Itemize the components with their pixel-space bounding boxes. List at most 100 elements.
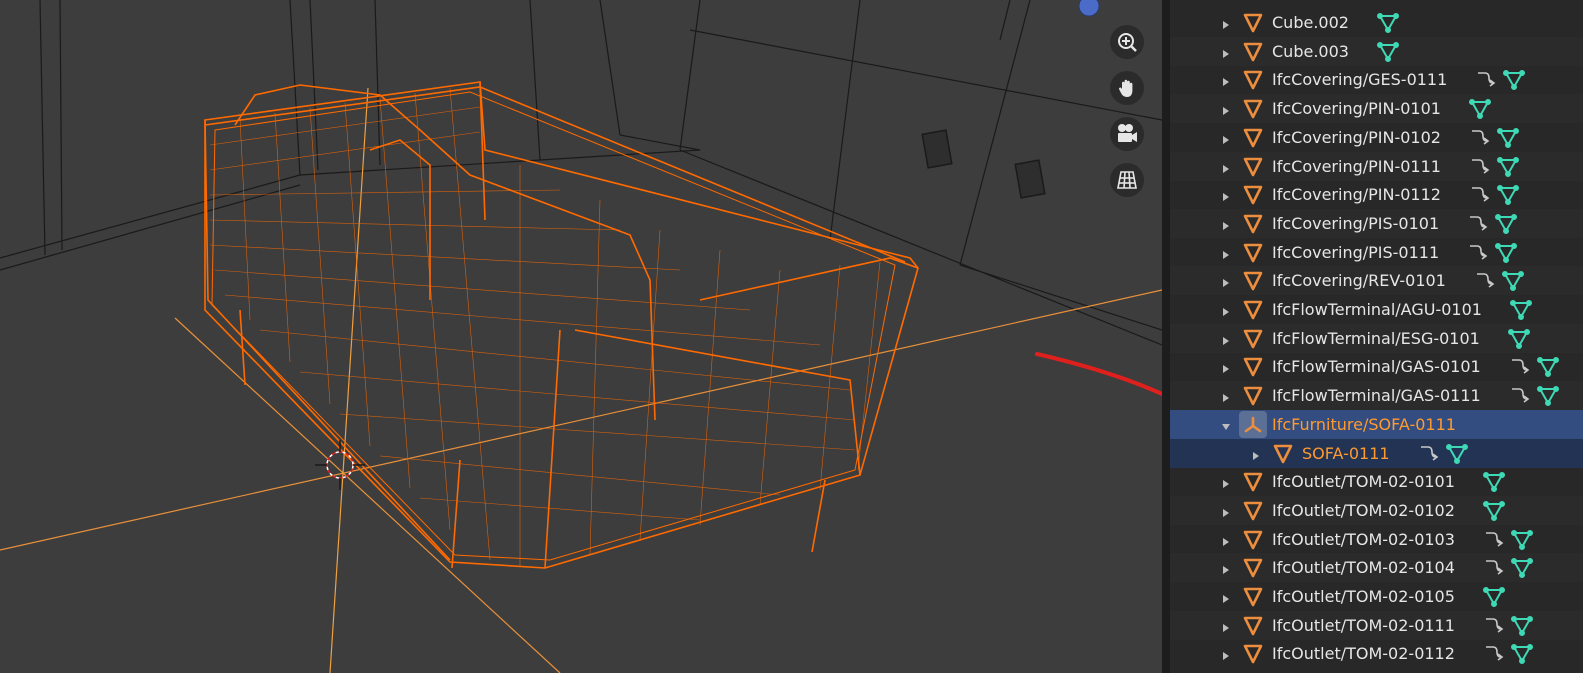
outliner-row[interactable]: IfcOutlet/TOM-02-0103 (1170, 525, 1583, 554)
mesh-data-icon[interactable] (1482, 586, 1505, 608)
collapsed-arrow-icon[interactable] (1220, 131, 1232, 144)
mesh-data-icon[interactable] (1482, 500, 1505, 522)
mesh-data-icon[interactable] (1507, 328, 1530, 350)
collapsed-arrow-icon[interactable] (1220, 561, 1232, 575)
outliner-item-label[interactable]: IfcCovering/PIN-0111 (1272, 157, 1441, 177)
mesh-object-icon[interactable] (1243, 357, 1263, 377)
mesh-data-icon[interactable] (1495, 213, 1518, 235)
mesh-object-icon[interactable] (1243, 271, 1263, 291)
mesh-object-icon[interactable] (1243, 300, 1263, 320)
outliner-item-label[interactable]: IfcFlowTerminal/AGU-0101 (1272, 300, 1482, 320)
modifier-icon[interactable] (1509, 357, 1531, 377)
modifier-icon[interactable] (1469, 185, 1491, 205)
mesh-data-icon[interactable] (1536, 356, 1559, 378)
outliner-item-label[interactable]: IfcCovering/PIS-0111 (1272, 243, 1439, 263)
outliner-item-label[interactable]: IfcOutlet/TOM-02-0112 (1272, 644, 1455, 664)
outliner-row[interactable]: IfcFurniture/SOFA-0111 (1170, 409, 1583, 439)
mesh-object-icon[interactable] (1243, 472, 1263, 492)
camera-icon[interactable] (1110, 117, 1144, 151)
outliner-item-label[interactable]: IfcCovering/GES-0111 (1272, 70, 1447, 90)
mesh-data-icon[interactable] (1503, 69, 1526, 91)
collapsed-arrow-icon[interactable] (1220, 360, 1232, 374)
collapsed-arrow-icon[interactable] (1220, 45, 1232, 58)
modifier-icon[interactable] (1418, 444, 1440, 464)
outliner-row[interactable]: IfcOutlet/TOM-02-0104 (1170, 553, 1583, 583)
area-divider[interactable] (1162, 0, 1170, 673)
mesh-data-icon[interactable] (1536, 385, 1559, 407)
mesh-data-icon[interactable] (1510, 615, 1533, 637)
outliner-row[interactable]: IfcCovering/PIN-0111 (1170, 151, 1583, 181)
modifier-icon[interactable] (1483, 644, 1505, 664)
outliner-item-label[interactable]: IfcCovering/PIS-0101 (1272, 214, 1439, 234)
mesh-object-icon[interactable] (1243, 42, 1263, 62)
mesh-data-icon[interactable] (1501, 270, 1524, 292)
mesh-object-icon[interactable] (1243, 13, 1263, 33)
mesh-object-icon[interactable] (1243, 616, 1263, 636)
collapsed-arrow-icon[interactable] (1220, 274, 1232, 288)
outliner-item-label[interactable]: IfcOutlet/TOM-02-0101 (1272, 472, 1455, 492)
mesh-object-icon[interactable] (1243, 185, 1263, 205)
modifier-icon[interactable] (1469, 128, 1491, 148)
mesh-data-icon[interactable] (1510, 529, 1533, 551)
outliner-row[interactable]: IfcOutlet/TOM-02-0101 (1170, 467, 1583, 496)
modifier-icon[interactable] (1509, 386, 1531, 406)
outliner-row[interactable]: IfcCovering/PIN-0102 (1170, 123, 1583, 152)
collapsed-arrow-icon[interactable] (1220, 475, 1232, 489)
outliner-item-label[interactable]: IfcOutlet/TOM-02-0104 (1272, 558, 1455, 578)
collapsed-arrow-icon[interactable] (1220, 533, 1232, 546)
outliner-item-label[interactable]: IfcFlowTerminal/GAS-0101 (1272, 357, 1481, 377)
outliner-item-label[interactable]: Cube.003 (1272, 42, 1349, 62)
mesh-data-icon[interactable] (1496, 156, 1519, 178)
modifier-icon[interactable] (1474, 271, 1496, 291)
collapsed-arrow-icon[interactable] (1220, 389, 1232, 403)
collapsed-arrow-icon[interactable] (1220, 160, 1232, 173)
modifier-icon[interactable] (1469, 157, 1491, 177)
mesh-object-icon[interactable] (1243, 243, 1263, 263)
outliner-row[interactable]: IfcCovering/GES-0111 (1170, 65, 1583, 94)
outliner-item-label[interactable]: Cube.002 (1272, 13, 1349, 33)
mesh-object-icon[interactable] (1243, 128, 1263, 148)
outliner-row[interactable]: IfcFlowTerminal/ESG-0101 (1170, 323, 1583, 353)
modifier-icon[interactable] (1467, 243, 1489, 263)
mesh-object-icon[interactable] (1243, 558, 1263, 578)
collapsed-arrow-icon[interactable] (1220, 590, 1232, 603)
outliner-item-label[interactable]: IfcOutlet/TOM-02-0111 (1272, 616, 1455, 636)
modifier-icon[interactable] (1483, 530, 1505, 550)
outliner-item-label[interactable]: IfcOutlet/TOM-02-0102 (1272, 501, 1455, 521)
collapsed-arrow-icon[interactable] (1220, 504, 1232, 517)
collapsed-arrow-icon[interactable] (1220, 188, 1232, 202)
mesh-data-icon[interactable] (1376, 12, 1399, 34)
collapsed-arrow-icon[interactable] (1220, 73, 1232, 87)
mesh-data-icon[interactable] (1445, 443, 1468, 465)
collapsed-arrow-icon[interactable] (1220, 102, 1232, 116)
outliner-row[interactable]: IfcCovering/PIN-0101 (1170, 94, 1583, 124)
mesh-data-icon[interactable] (1509, 299, 1532, 321)
zoom-in-icon[interactable] (1110, 25, 1144, 59)
mesh-object-icon[interactable] (1243, 530, 1263, 550)
mesh-object-icon[interactable] (1243, 214, 1263, 234)
collapsed-arrow-icon[interactable] (1220, 16, 1232, 29)
mesh-data-icon[interactable] (1496, 184, 1519, 206)
grid-icon[interactable] (1110, 163, 1144, 197)
mesh-object-icon[interactable] (1243, 386, 1263, 406)
empty-object-icon[interactable] (1243, 415, 1263, 435)
outliner-row[interactable]: IfcOutlet/TOM-02-0102 (1170, 495, 1583, 525)
outliner-item-label[interactable]: IfcFurniture/SOFA-0111 (1272, 415, 1456, 435)
outliner-row[interactable]: SOFA-0111 (1170, 438, 1583, 468)
mesh-data-icon[interactable] (1495, 242, 1518, 264)
outliner-row[interactable]: Cube.002 (1170, 8, 1583, 37)
collapsed-arrow-icon[interactable] (1220, 647, 1232, 661)
mesh-data-icon[interactable] (1468, 98, 1491, 120)
mesh-object-icon[interactable] (1243, 501, 1263, 521)
outliner-row[interactable]: IfcFlowTerminal/GAS-0101 (1170, 352, 1583, 381)
mesh-object-icon[interactable] (1243, 70, 1263, 90)
outliner-item-label[interactable]: IfcCovering/PIN-0102 (1272, 128, 1441, 148)
modifier-icon[interactable] (1475, 70, 1497, 90)
modifier-icon[interactable] (1483, 558, 1505, 578)
outliner-item-label[interactable]: SOFA-0111 (1302, 444, 1390, 464)
outliner-item-label[interactable]: IfcFlowTerminal/GAS-0111 (1272, 386, 1481, 406)
collapsed-arrow-icon[interactable] (1220, 303, 1232, 316)
outliner-item-label[interactable]: IfcCovering/REV-0101 (1272, 271, 1446, 291)
outliner-item-label[interactable]: IfcOutlet/TOM-02-0103 (1272, 530, 1455, 550)
collapsed-arrow-icon[interactable] (1220, 246, 1232, 259)
